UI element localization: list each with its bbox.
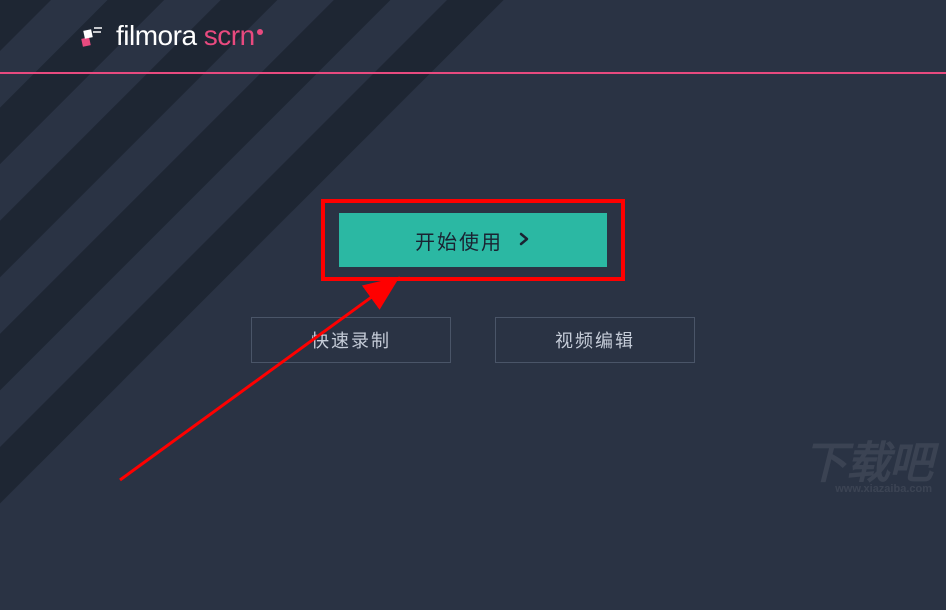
quick-record-button[interactable]: 快速录制: [251, 317, 451, 363]
logo-brand-accent: scrn: [197, 20, 255, 51]
chevron-right-icon: [517, 229, 531, 252]
filmora-logo-icon: [80, 24, 104, 48]
secondary-buttons-row: 快速录制 视频编辑: [251, 317, 695, 363]
main-content: 开始使用 快速录制 视频编辑: [0, 74, 946, 363]
video-edit-label: 视频编辑: [555, 331, 635, 351]
logo-text: filmora scrn: [116, 20, 263, 52]
get-started-label: 开始使用: [415, 226, 503, 255]
get-started-button[interactable]: 开始使用: [339, 213, 607, 267]
logo-brand-primary: filmora: [116, 20, 197, 51]
video-edit-button[interactable]: 视频编辑: [495, 317, 695, 363]
logo-dot-icon: [257, 29, 263, 35]
highlight-annotation-box: 开始使用: [321, 199, 625, 281]
quick-record-label: 快速录制: [311, 331, 391, 351]
header: filmora scrn: [0, 0, 946, 74]
logo: filmora scrn: [80, 20, 263, 52]
watermark: 下载吧 www.xiazaiba.com: [803, 445, 932, 494]
watermark-text: 下载吧: [803, 439, 932, 488]
